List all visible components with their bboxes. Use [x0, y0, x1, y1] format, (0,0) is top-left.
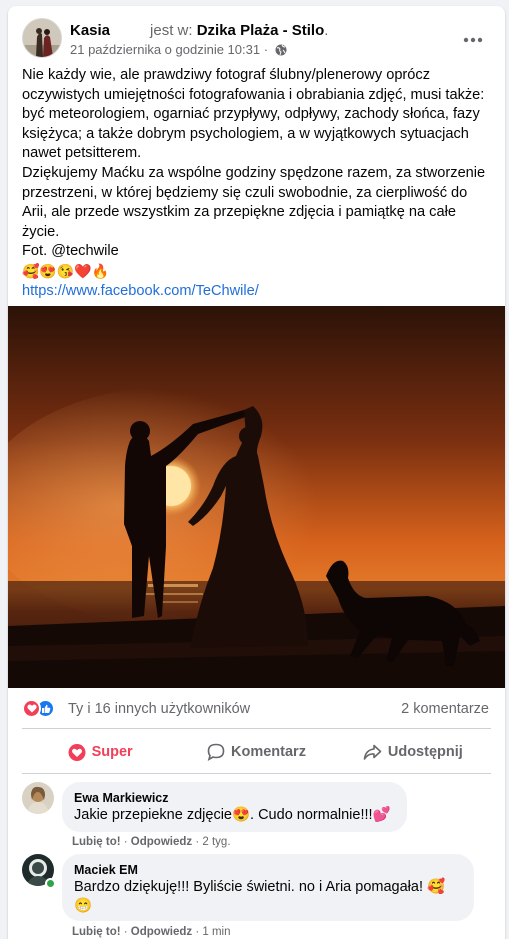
place-suffix: . — [324, 22, 329, 39]
checkin-prefix: jest w: — [150, 22, 193, 39]
comment-like-button[interactable]: Lubię to! — [72, 926, 121, 938]
post-credit: Fot. @techwile — [22, 243, 119, 260]
meta-dot: · — [123, 836, 128, 848]
comment-like-button[interactable]: Lubię to! — [72, 836, 121, 848]
post-link[interactable]: https://www.facebook.com/TeChwile/ — [22, 283, 259, 299]
super-label: Super — [91, 744, 133, 760]
comment-text-line-2: 😁 — [74, 898, 93, 914]
comment-bubble: Maciek EM Bardzo dziękuję!!! Byliście św… — [62, 854, 474, 921]
sunset-silhouette-photo — [8, 306, 505, 688]
post-paragraph-2: Dziękujemy Maćku za wspólne godziny spęd… — [22, 164, 486, 240]
comment-author[interactable]: Ewa Markiewicz — [74, 790, 395, 806]
meta-dot: · — [195, 836, 200, 848]
author-name[interactable]: Kasia — [70, 22, 110, 39]
post-emojis: 🥰😍😘❤️🔥 — [22, 262, 110, 279]
comment-meta: Lubię to! · Odpowiedz · 2 tyg. — [72, 836, 231, 848]
comment-time[interactable]: 2 tyg. — [202, 836, 230, 848]
post-photo[interactable] — [8, 306, 505, 688]
place-link[interactable]: Dzika Plaża - Stilo — [197, 22, 325, 39]
comment-bubble: Ewa Markiewicz Jakie przepiekne zdjęcie😍… — [62, 782, 407, 832]
comment-count[interactable]: 2 komentarze — [401, 701, 489, 717]
action-bar: Super Komentarz Udostępnij — [22, 734, 491, 770]
comment-author[interactable]: Maciek EM — [74, 862, 462, 878]
more-options-button[interactable] — [455, 22, 491, 58]
share-label: Udostępnij — [387, 744, 463, 760]
share-button[interactable]: Udostępnij — [335, 734, 491, 770]
author-line: Kasia jest w: Dzika Plaża - Stilo. — [70, 21, 328, 40]
post-card: Kasia jest w: Dzika Plaża - Stilo. 21 paź… — [8, 6, 505, 939]
comment-meta: Lubię to! · Odpowiedz · 1 min — [72, 926, 231, 938]
share-arrow-icon — [363, 744, 382, 760]
meta-dot: · — [123, 926, 128, 938]
reaction-summary[interactable]: Ty i 16 innych użytkowników 2 komentarze — [22, 699, 491, 721]
post-timestamp[interactable]: 21 października o godzinie 10:31 — [70, 42, 260, 57]
heart-icon — [68, 743, 86, 761]
reaction-icons — [22, 699, 55, 718]
meta-separator: · — [263, 42, 269, 57]
author-avatar[interactable] — [22, 18, 62, 58]
divider — [22, 773, 491, 774]
comment-text-line-1: Bardzo dziękuję!!! Byliście świetni. no … — [74, 879, 446, 895]
super-reaction-button[interactable]: Super — [22, 734, 178, 770]
comment-time[interactable]: 1 min — [202, 926, 230, 938]
divider — [22, 728, 491, 729]
comment-label: Komentarz — [231, 744, 306, 760]
comment-button[interactable]: Komentarz — [178, 734, 334, 770]
globe-icon[interactable] — [275, 44, 287, 60]
post-paragraph-1: Nie każdy wie, ale prawdziwy fotograf śl… — [22, 67, 485, 162]
post-meta: 21 października o godzinie 10:31 · — [70, 42, 287, 60]
comment-avatar[interactable] — [22, 782, 54, 814]
comment-reply-button[interactable]: Odpowiedz — [131, 926, 192, 938]
comment-reply-button[interactable]: Odpowiedz — [131, 836, 192, 848]
reaction-summary-text[interactable]: Ty i 16 innych użytkowników — [68, 701, 250, 717]
more-dots-icon — [463, 37, 483, 43]
post-header: Kasia jest w: Dzika Plaża - Stilo. 21 paź… — [22, 18, 495, 62]
online-status-icon — [45, 878, 56, 889]
post-text: Nie każdy wie, ale prawdziwy fotograf śl… — [22, 66, 492, 301]
comment-text: Jakie przepiekne zdjęcie😍. Cudo normalni… — [74, 807, 391, 823]
meta-dot: · — [195, 926, 200, 938]
love-reaction-icon — [22, 699, 41, 718]
comment-icon — [207, 743, 225, 761]
